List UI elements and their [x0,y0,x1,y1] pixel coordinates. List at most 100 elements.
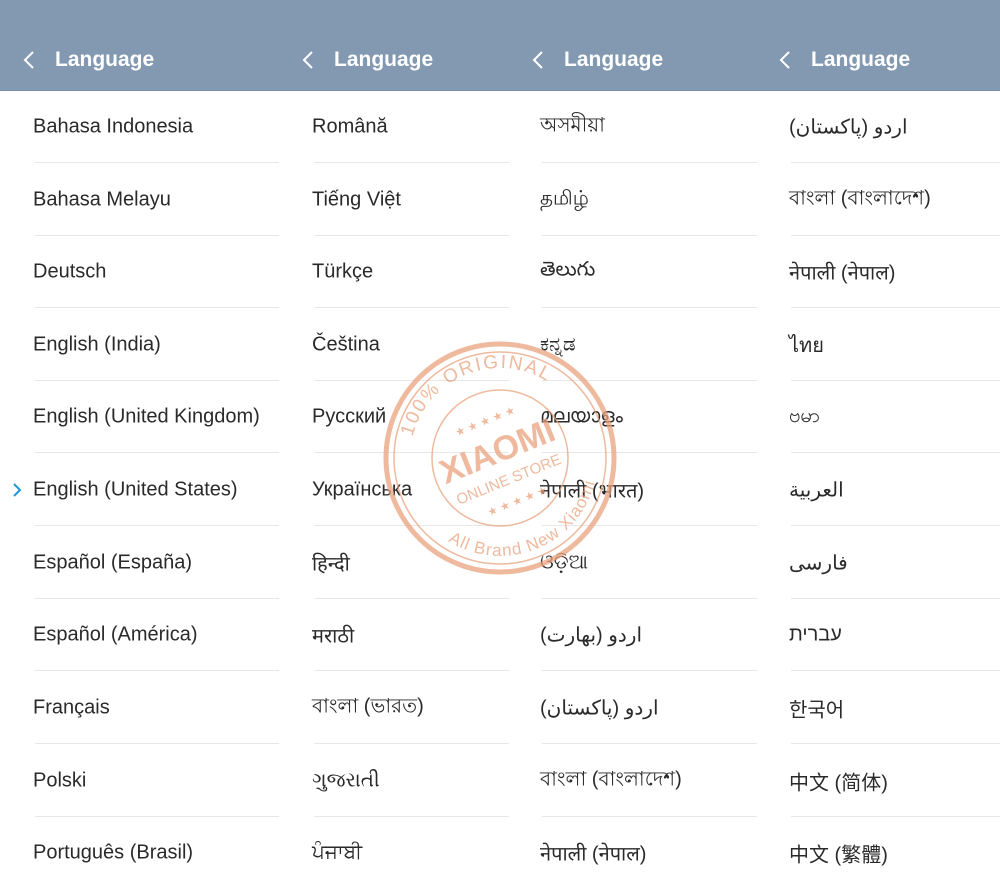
back-arrow-icon[interactable] [531,50,545,70]
page-title: Language [334,48,434,71]
back-arrow-icon[interactable] [778,50,792,70]
language-list: অসমীয়া தமிழ் తెలుగు ಕನ್ನಡ മലയാളം नेपाली… [509,91,757,889]
language-item[interactable]: 한국어 [757,672,1000,744]
language-screen-2: Language Română Tiếng Việt Türkçe Češtin… [279,0,509,889]
language-label: বাংলা (বাংলাদেশ) [789,187,931,210]
language-item[interactable]: اردو (بھارت) [509,599,757,671]
language-label: Bahasa Melayu [33,188,171,211]
language-label: 中文 (繁體) [789,844,888,867]
divider [542,452,757,453]
divider [35,452,279,453]
page-title: Language [811,48,911,71]
language-item[interactable]: मराठी [279,599,509,671]
language-item[interactable]: नेपाली (नेपाल) [509,817,757,889]
language-item[interactable]: Română [279,91,509,163]
language-item[interactable]: ಕನ್ನಡ [509,309,757,381]
divider [542,670,757,671]
language-label: ဗမာ [789,405,821,427]
language-item[interactable]: Português (Brasil) [0,817,279,889]
divider [791,452,1000,453]
language-label: বাংলা (ভারত) [312,695,424,718]
language-item[interactable]: Français [0,672,279,744]
language-screens: Language Bahasa Indonesia Bahasa Melayu … [0,0,1000,889]
language-item[interactable]: Polski [0,745,279,817]
language-item[interactable]: Tiếng Việt [279,164,509,236]
language-label: ไทย [789,335,824,357]
back-arrow-icon[interactable] [22,50,36,70]
language-item[interactable]: हिन्दी [279,527,509,599]
divider [791,670,1000,671]
language-item[interactable]: ไทย [757,309,1000,381]
language-item[interactable]: עברית [757,599,1000,671]
top-bar: Language [757,0,1000,91]
language-item[interactable]: తెలుగు [509,236,757,308]
divider [314,743,509,744]
language-item[interactable]: Русский [279,381,509,453]
language-item[interactable]: ဗမာ [757,381,1000,453]
language-item[interactable]: नेपाली (नेपाल) [757,236,1000,308]
language-item[interactable]: 中文 (简体) [757,745,1000,817]
language-label: தமிழ் [540,187,589,210]
language-item[interactable]: 中文 (繁體) [757,817,1000,889]
language-item[interactable]: Türkçe [279,236,509,308]
language-item[interactable]: English (India) [0,309,279,381]
language-label: Français [33,696,110,719]
language-label: ਪੰਜਾਬੀ [312,841,363,864]
language-item-selected[interactable]: English (United States) [0,454,279,526]
language-item[interactable]: ગુજરાતી [279,745,509,817]
language-item[interactable]: Українська [279,454,509,526]
language-item[interactable]: Bahasa Indonesia [0,91,279,163]
divider [542,307,757,308]
top-bar: Language [279,0,509,91]
language-screen-3: Language অসমীয়া தமிழ் తెలుగు ಕನ್ನಡ മലയാ… [509,0,757,889]
language-item[interactable]: Español (América) [0,599,279,671]
language-label: Español (España) [33,551,192,574]
language-label: मराठी [312,625,355,648]
language-label: नेपाली (नेपाल) [789,262,896,285]
language-item[interactable]: ਪੰਜਾਬੀ [279,817,509,889]
language-item[interactable]: English (United Kingdom) [0,381,279,453]
language-item[interactable]: اردو (پاکستان) [509,672,757,744]
language-label: English (United States) [33,478,238,501]
language-label: മലയാളം [540,405,623,428]
language-item[interactable]: Čeština [279,309,509,381]
language-label: हिन्दी [312,553,350,576]
language-item[interactable]: বাংলা (বাংলাদেশ) [757,164,1000,236]
language-item[interactable]: Español (España) [0,527,279,599]
divider [791,525,1000,526]
divider [35,670,279,671]
language-item[interactable]: മലയാളം [509,381,757,453]
language-item[interactable]: தமிழ் [509,164,757,236]
language-item[interactable]: ଓଡ଼ିଆ [509,527,757,599]
language-label: English (India) [33,333,161,356]
language-list: اردو (پاکستان) বাংলা (বাংলাদেশ) नेपाली (… [757,91,1000,889]
language-item[interactable]: অসমীয়া [509,91,757,163]
divider [35,162,279,163]
language-item[interactable]: اردو (پاکستان) [757,91,1000,163]
language-item[interactable]: Deutsch [0,236,279,308]
divider [35,743,279,744]
language-label: ગુજરાતી [312,769,380,792]
language-item[interactable]: Bahasa Melayu [0,164,279,236]
language-label: اردو (پاکستان) [540,697,659,720]
divider [314,307,509,308]
language-item[interactable]: العربية [757,454,1000,526]
language-label: العربية [789,479,844,502]
language-label: 中文 (简体) [789,772,888,795]
language-item[interactable]: বাংলা (বাংলাদেশ) [509,745,757,817]
language-item[interactable]: فارسی [757,527,1000,599]
divider [35,525,279,526]
language-screen-4: Language اردو (پاکستان) বাংলা (বাংলাদেশ)… [757,0,1000,889]
language-item[interactable]: বাংলা (ভারত) [279,672,509,744]
language-label: 한국어 [789,699,845,722]
language-item[interactable]: नेपाली (भारत) [509,454,757,526]
language-label: Português (Brasil) [33,841,194,864]
back-arrow-icon[interactable] [301,50,315,70]
divider [314,670,509,671]
language-label: Українська [312,478,413,501]
divider [542,525,757,526]
language-label: اردو (بھارت) [540,624,643,647]
page-title: Language [564,48,664,71]
divider [542,743,757,744]
language-label: Română [312,115,388,138]
